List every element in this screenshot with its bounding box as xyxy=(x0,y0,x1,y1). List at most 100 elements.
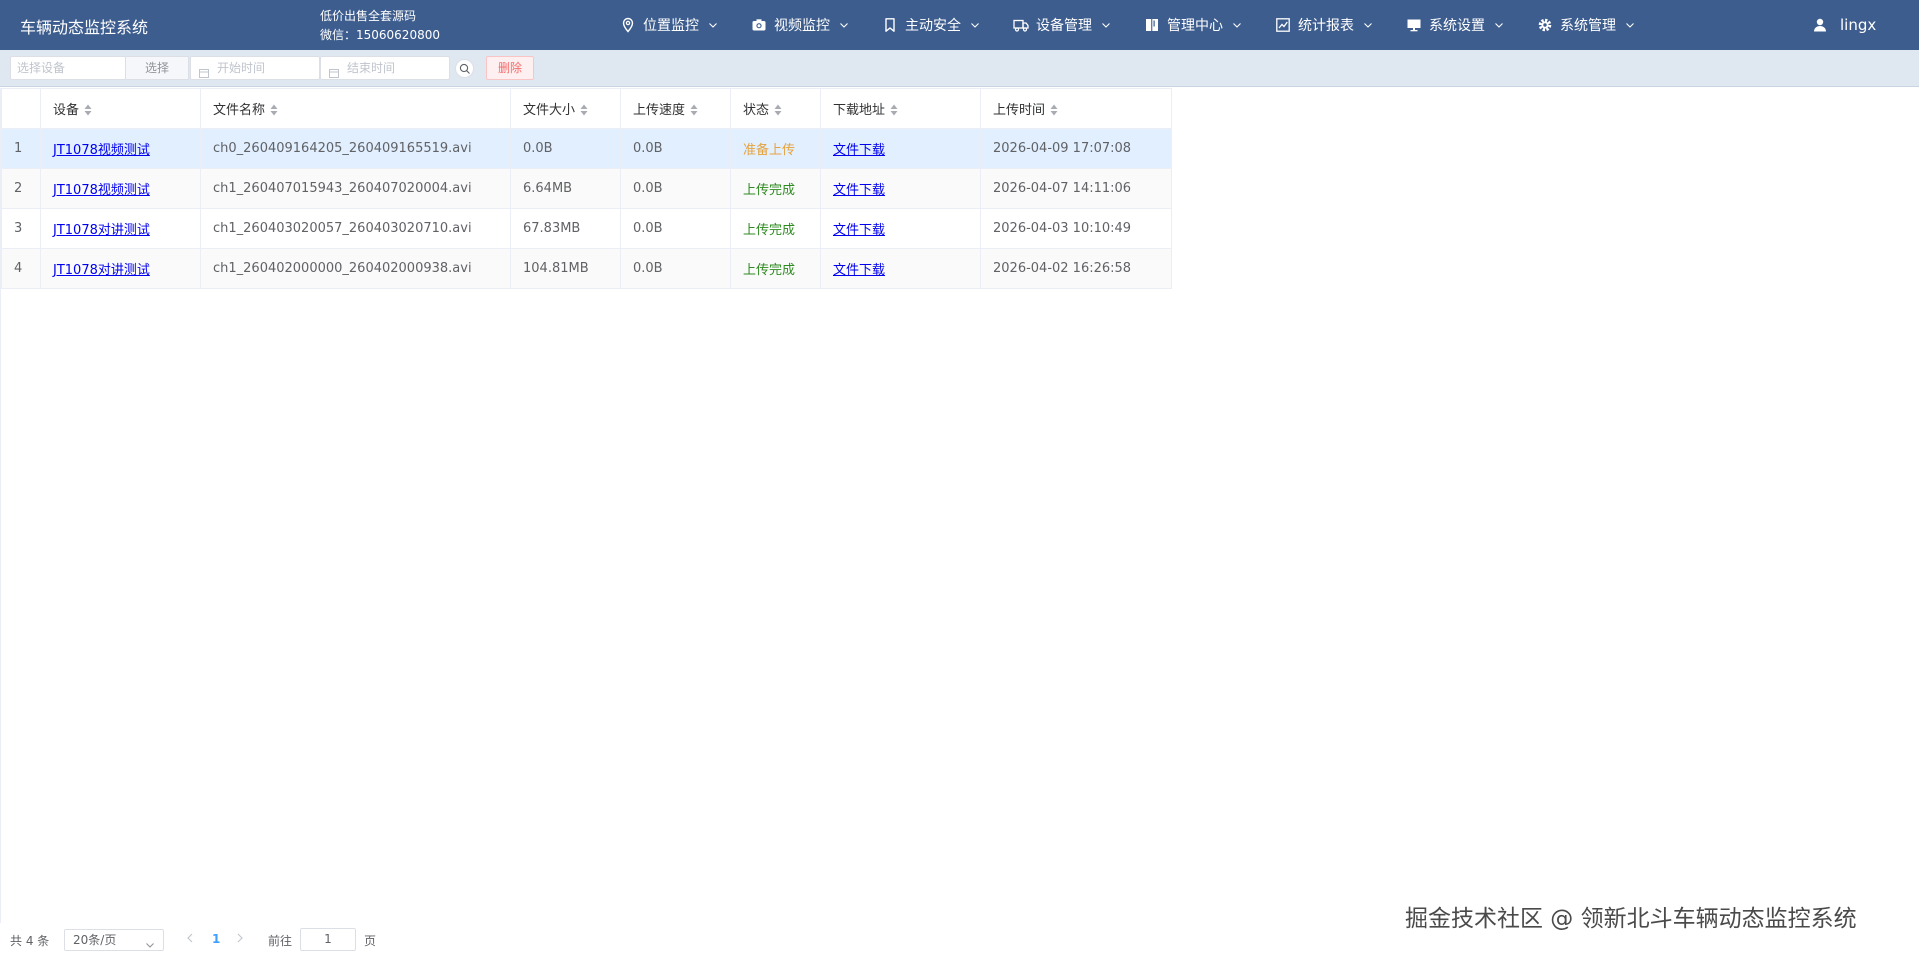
sort-icon[interactable] xyxy=(270,104,278,116)
chevron-down-icon xyxy=(708,20,718,30)
table-row[interactable]: 2 JT1078视频测试 ch1_260407015943_2604070200… xyxy=(1,168,1172,209)
nav-statistics-report[interactable]: 统计报表 xyxy=(1275,0,1373,50)
nav-label: 设备管理 xyxy=(1036,18,1092,34)
chevron-down-icon xyxy=(1625,20,1635,30)
monitor-icon xyxy=(1406,17,1422,33)
chevron-down-icon xyxy=(1101,20,1111,30)
total-count: 共 4 条 xyxy=(10,934,50,948)
upload-time-cell: 2026-04-03 10:10:49 xyxy=(980,208,1172,249)
chevron-down-icon xyxy=(1494,20,1504,30)
user-icon xyxy=(1812,17,1828,33)
book-icon xyxy=(1144,17,1160,33)
download-link[interactable]: 文件下载 xyxy=(833,143,885,158)
device-link[interactable]: JT1078视频测试 xyxy=(53,143,150,158)
file-size-cell: 104.81MB xyxy=(510,248,621,289)
col-status[interactable]: 状态 xyxy=(730,88,821,129)
file-name-cell: ch1_260407015943_260407020004.avi xyxy=(200,168,511,209)
download-link[interactable]: 文件下载 xyxy=(833,263,885,278)
nav-video-monitor[interactable]: 视频监控 xyxy=(751,0,849,50)
search-button[interactable] xyxy=(455,59,474,78)
table-row[interactable]: 1 JT1078视频测试 ch0_260409164205_2604091655… xyxy=(1,128,1172,169)
upload-speed-cell: 0.0B xyxy=(620,128,731,169)
camera-icon xyxy=(751,17,767,33)
sort-icon[interactable] xyxy=(580,104,588,116)
nav-label: 位置监控 xyxy=(643,18,699,34)
upload-speed-cell: 0.0B xyxy=(620,168,731,209)
table-row[interactable]: 3 JT1078对讲测试 ch1_260403020057_2604030207… xyxy=(1,208,1172,249)
nav-system-settings[interactable]: 系统设置 xyxy=(1406,0,1504,50)
file-size-cell: 67.83MB xyxy=(510,208,621,249)
filter-toolbar: 选择设备 选择 开始时间 结束时间 删除 xyxy=(0,50,1919,87)
chevron-down-icon xyxy=(970,20,980,30)
page-size-select[interactable]: 20条/页 xyxy=(64,929,164,951)
nav-label: 管理中心 xyxy=(1167,18,1223,34)
col-download-url[interactable]: 下载地址 xyxy=(820,88,981,129)
nav-label: 主动安全 xyxy=(905,18,961,34)
nav-label: 系统设置 xyxy=(1429,18,1485,34)
nav-active-safety[interactable]: 主动安全 xyxy=(882,0,980,50)
table-header-row: 设备 文件名称 文件大小 上传速度 状态 下载地址 上传时间 xyxy=(1,88,1172,129)
page-suffix-label: 页 xyxy=(364,934,377,948)
status-badge: 上传完成 xyxy=(743,183,796,198)
calendar-icon xyxy=(199,63,209,78)
sort-icon[interactable] xyxy=(84,104,92,116)
page-number-current[interactable]: 1 xyxy=(212,932,220,946)
goto-page-input[interactable]: 1 xyxy=(300,928,356,951)
file-name-cell: ch1_260402000000_260402000938.avi xyxy=(200,248,511,289)
upload-time-cell: 2026-04-02 16:26:58 xyxy=(980,248,1172,289)
download-link[interactable]: 文件下载 xyxy=(833,183,885,198)
col-file-name[interactable]: 文件名称 xyxy=(200,88,511,129)
calendar-icon xyxy=(329,63,339,78)
col-device[interactable]: 设备 xyxy=(40,88,201,129)
end-time-placeholder: 结束时间 xyxy=(347,61,396,75)
download-link[interactable]: 文件下载 xyxy=(833,223,885,238)
status-badge: 准备上传 xyxy=(743,143,796,158)
goto-label: 前往 xyxy=(268,934,293,948)
col-upload-speed[interactable]: 上传速度 xyxy=(620,88,731,129)
row-index: 1 xyxy=(1,128,41,169)
nav-label: 系统管理 xyxy=(1560,18,1616,34)
device-link[interactable]: JT1078视频测试 xyxy=(53,183,150,198)
device-select-input[interactable]: 选择设备 xyxy=(10,56,126,80)
sort-icon[interactable] xyxy=(1050,104,1058,116)
sort-icon[interactable] xyxy=(890,104,898,116)
main-nav: 位置监控 视频监控 主动安全 设备管理 管理中心 统计报表 系统设置 系统管理 xyxy=(620,0,1668,50)
nav-system-management[interactable]: 系统管理 xyxy=(1537,0,1635,50)
nav-device-management[interactable]: 设备管理 xyxy=(1013,0,1111,50)
table-row[interactable]: 4 JT1078对讲测试 ch1_260402000000_2604020009… xyxy=(1,248,1172,289)
watermark-text: 掘金技术社区 @ 领新北斗车辆动态监控系统 xyxy=(1405,906,1857,932)
location-pin-icon xyxy=(620,17,636,33)
chevron-down-icon xyxy=(1232,20,1242,30)
page-size-value: 20条/页 xyxy=(73,933,117,947)
file-size-cell: 6.64MB xyxy=(510,168,621,209)
sort-icon[interactable] xyxy=(690,104,698,116)
select-device-button[interactable]: 选择 xyxy=(126,56,189,80)
next-page-button[interactable] xyxy=(236,932,244,946)
chevron-down-icon xyxy=(145,936,155,953)
col-file-size[interactable]: 文件大小 xyxy=(510,88,621,129)
row-index: 3 xyxy=(1,208,41,249)
search-icon xyxy=(459,63,470,74)
file-table-container: 设备 文件名称 文件大小 上传速度 状态 下载地址 上传时间 1 JT1078视… xyxy=(0,88,1919,923)
start-time-input[interactable]: 开始时间 xyxy=(190,56,320,80)
row-index: 4 xyxy=(1,248,41,289)
device-link[interactable]: JT1078对讲测试 xyxy=(53,223,150,238)
top-header: 车辆动态监控系统 低价出售全套源码 微信：15060620800 位置监控 视频… xyxy=(0,0,1919,50)
start-time-placeholder: 开始时间 xyxy=(217,61,266,75)
col-upload-time[interactable]: 上传时间 xyxy=(980,88,1172,129)
user-menu[interactable]: lingx xyxy=(1812,0,1876,50)
nav-label: 视频监控 xyxy=(774,18,830,34)
device-link[interactable]: JT1078对讲测试 xyxy=(53,263,150,278)
upload-file-table: 设备 文件名称 文件大小 上传速度 状态 下载地址 上传时间 1 JT1078视… xyxy=(1,88,1172,289)
nav-location-monitor[interactable]: 位置监控 xyxy=(620,0,718,50)
prev-page-button[interactable] xyxy=(186,932,194,946)
gear-icon xyxy=(1537,17,1553,33)
promo-line-2: 微信：15060620800 xyxy=(320,28,440,42)
file-name-cell: ch1_260403020057_260403020710.avi xyxy=(200,208,511,249)
sort-icon[interactable] xyxy=(774,104,782,116)
nav-management-center[interactable]: 管理中心 xyxy=(1144,0,1242,50)
app-title: 车辆动态监控系统 xyxy=(20,18,149,37)
delete-button[interactable]: 删除 xyxy=(486,56,534,80)
end-time-input[interactable]: 结束时间 xyxy=(320,56,450,80)
status-badge: 上传完成 xyxy=(743,263,796,278)
